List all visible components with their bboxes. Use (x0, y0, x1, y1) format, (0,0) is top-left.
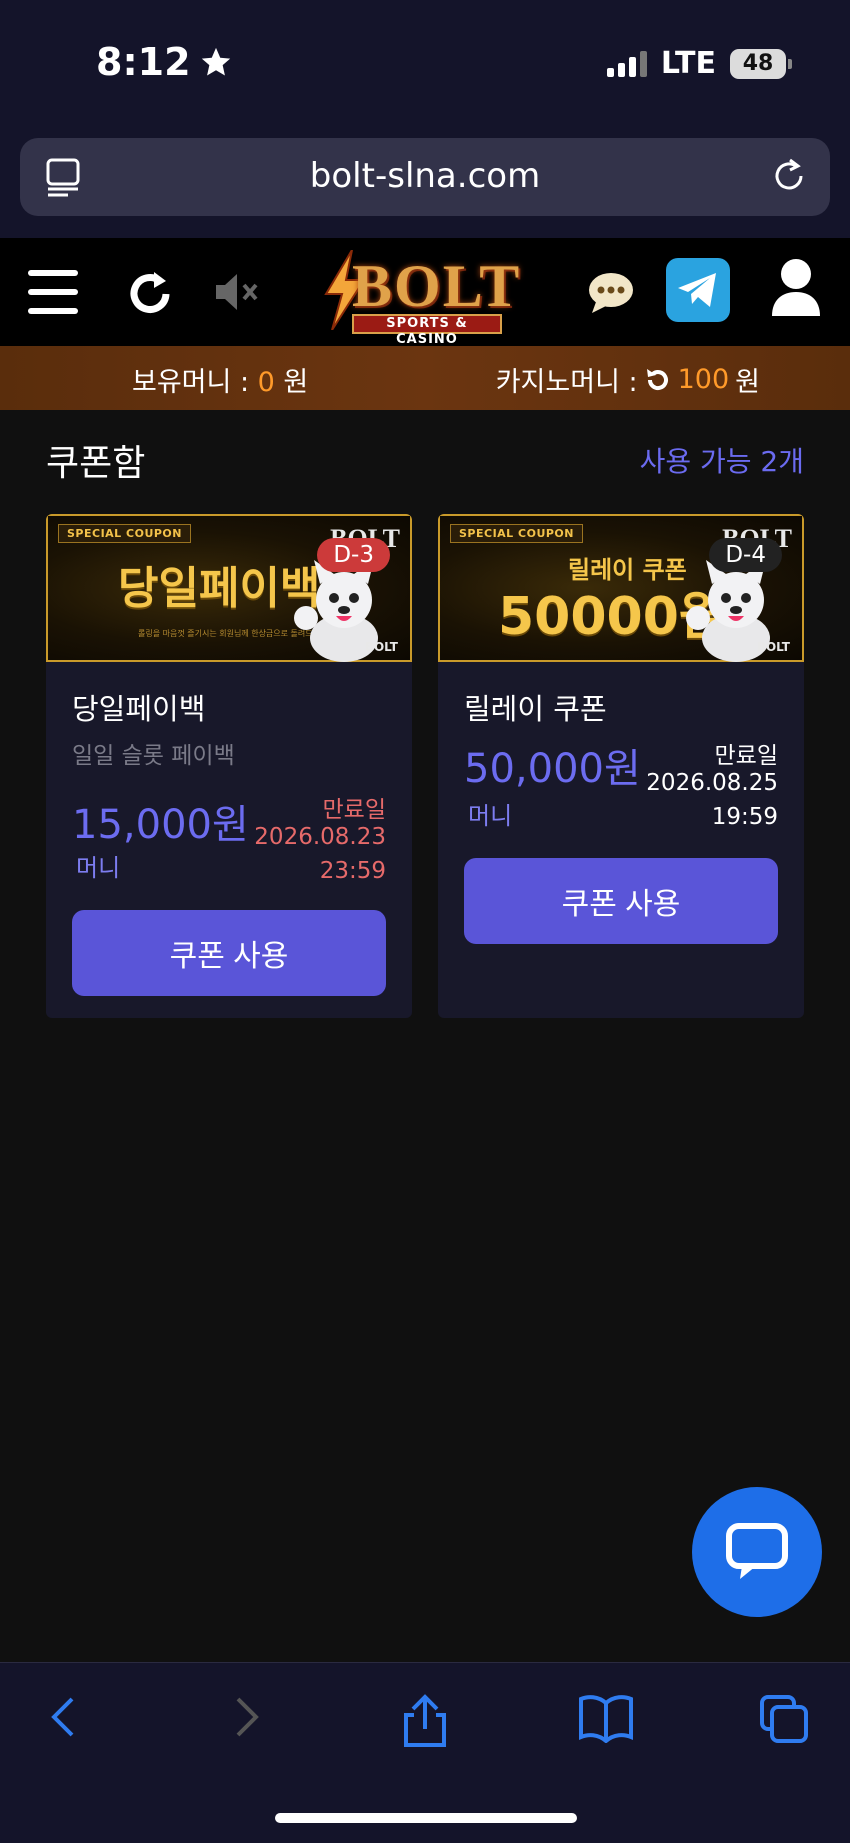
expiry-time: 19:59 (711, 804, 778, 830)
signal-icon (606, 50, 647, 77)
expiry-date: 2026.08.23 (254, 824, 386, 850)
money-bar: 보유머니 : 0 원 카지노머니 : 100 원 (0, 346, 850, 410)
live-chat-button[interactable] (692, 1487, 822, 1617)
holding-unit: 원 (283, 367, 309, 398)
menu-icon[interactable] (28, 270, 78, 314)
d-day-badge: D-4 (709, 538, 782, 572)
mute-icon[interactable] (214, 272, 262, 312)
casino-unit: 원 (735, 367, 760, 398)
clock: 8:12 (96, 40, 191, 84)
use-coupon-button[interactable]: 쿠폰 사용 (464, 858, 778, 944)
chat-bubble-icon[interactable] (588, 272, 634, 314)
coupon-card: SPECIAL COUPON BOLT 릴레이 쿠폰 50000원 BOLT D… (438, 514, 804, 1018)
expiry-time: 23:59 (319, 858, 386, 884)
use-coupon-button[interactable]: 쿠폰 사용 (72, 910, 386, 996)
address-bar[interactable]: bolt-slna.com (20, 138, 830, 216)
telegram-icon (678, 273, 716, 307)
user-icon[interactable] (770, 258, 822, 316)
coupon-name: 릴레이 쿠폰 (464, 692, 607, 726)
refresh-icon[interactable] (128, 268, 174, 316)
banner-tag: SPECIAL COUPON (450, 524, 583, 543)
status-indicators: LTE 48 (606, 46, 792, 81)
back-icon[interactable] (46, 1693, 80, 1741)
banner-tag: SPECIAL COUPON (58, 524, 191, 543)
banner-title: 당일페이백 (118, 563, 321, 614)
d-day-badge: D-3 (317, 538, 390, 572)
status-time: 8:12 (96, 40, 233, 84)
coupon-amount: 50,000원 (464, 746, 641, 792)
logo-subtitle: SPORTS & CASINO (352, 314, 502, 347)
coupon-box-section: 쿠폰함 사용 가능 2개 SPECIAL COUPON BOLT 당일페이백 롤… (0, 410, 850, 1662)
expiry-label: 만료일 (322, 797, 386, 823)
coupon-card: SPECIAL COUPON BOLT 당일페이백 롤링을 마음껏 즐기시는 회… (46, 514, 412, 1018)
casino-label: 카지노머니 : (495, 367, 638, 398)
casino-money: 카지노머니 : 100 원 (496, 360, 760, 399)
url-text[interactable]: bolt-slna.com (20, 156, 830, 196)
coupon-subtitle: 일일 슬롯 페이백 (72, 743, 235, 769)
coupon-unit: 머니 (468, 802, 513, 830)
star-icon (201, 47, 230, 76)
holding-label: 보유머니 : (132, 367, 250, 398)
bookmarks-icon[interactable] (578, 1693, 634, 1743)
forward-icon[interactable] (230, 1693, 264, 1741)
available-count: 사용 가능 2개 (639, 445, 804, 478)
casino-value: 100 (677, 364, 730, 395)
browser-chrome-top: 8:12 LTE 48 bolt-slna.com (0, 0, 850, 238)
expiry-label: 만료일 (714, 743, 778, 769)
holding-value: 0 (257, 367, 275, 398)
battery-level: 48 (742, 51, 774, 76)
holding-money: 보유머니 : 0 원 (132, 360, 308, 399)
coupon-banner: SPECIAL COUPON BOLT 당일페이백 롤링을 마음껏 즐기시는 회… (46, 514, 412, 662)
chat-icon (726, 1523, 788, 1579)
network-type: LTE (660, 46, 716, 81)
bolt-logo[interactable]: BOLT SPORTS & CASINO (322, 248, 528, 347)
telegram-button[interactable] (666, 258, 730, 322)
battery-icon: 48 (730, 48, 792, 79)
share-icon[interactable] (400, 1693, 450, 1749)
coupon-amount: 15,000원 (72, 802, 249, 848)
banner-logo-small: BOLT (364, 640, 398, 654)
coupon-banner: SPECIAL COUPON BOLT 릴레이 쿠폰 50000원 BOLT D… (438, 514, 804, 662)
casino-refresh-icon[interactable] (644, 366, 672, 394)
site-header: BOLT SPORTS & CASINO (0, 238, 850, 347)
expiry-date: 2026.08.25 (646, 770, 778, 796)
logo-text: BOLT (352, 253, 522, 319)
coupon-name: 당일페이백 (72, 692, 206, 726)
coupon-unit: 머니 (76, 854, 121, 882)
page-title: 쿠폰함 (46, 443, 146, 484)
reload-icon[interactable] (768, 154, 810, 198)
tabs-icon[interactable] (758, 1693, 810, 1745)
banner-logo-small: BOLT (756, 640, 790, 654)
home-indicator (275, 1813, 577, 1823)
